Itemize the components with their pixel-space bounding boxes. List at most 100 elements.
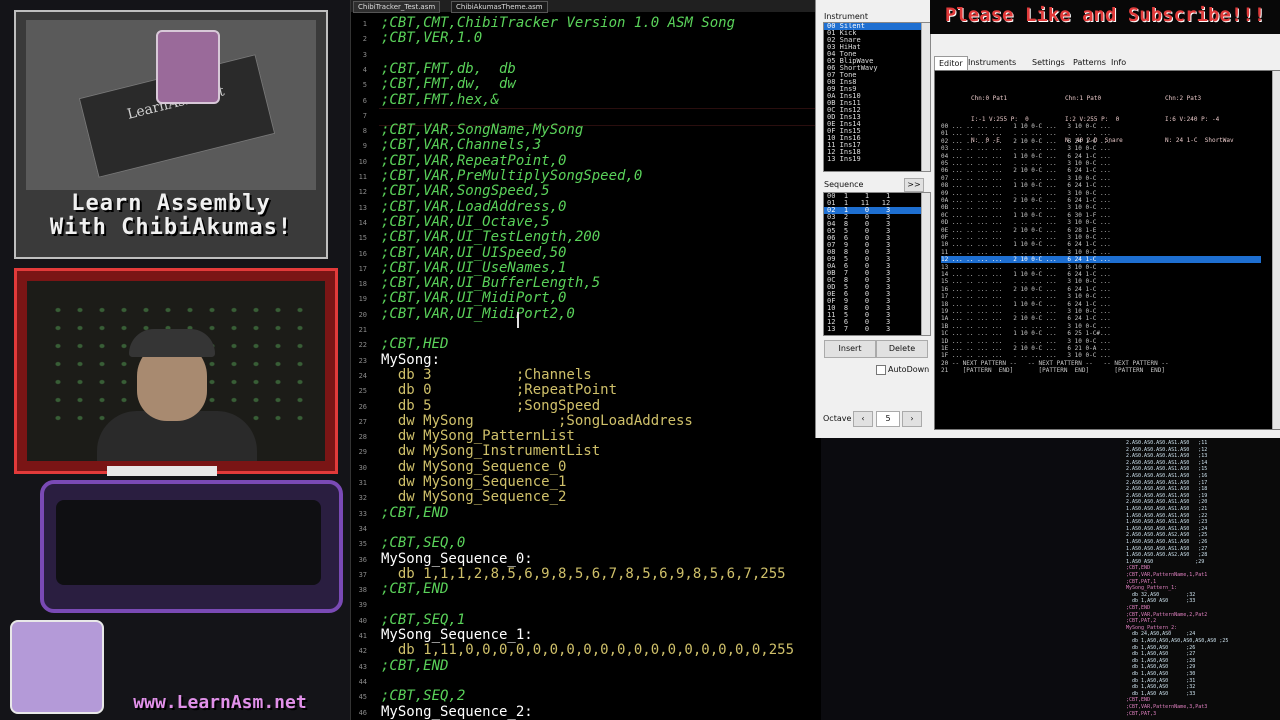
pattern-row[interactable]: 0D ... .. ... ... . .. ... ... 3 10 0-C … <box>941 219 1261 226</box>
instrument-item[interactable]: 13 Ins19 <box>824 156 930 163</box>
code-line[interactable]: ;CBT,VAR,Channels,3 <box>381 138 541 153</box>
pattern-row[interactable]: 15 ... .. ... ... . .. ... ... 3 10 0-C … <box>941 278 1261 285</box>
pattern-row[interactable]: 06 ... .. ... ... 2 10 0-C ... 6 24 1-C … <box>941 167 1261 174</box>
code-area[interactable]: 1 ;CBT,CMT,ChibiTracker Version 1.0 ASM S… <box>351 14 821 720</box>
code-line[interactable]: ;CBT,END <box>381 658 448 674</box>
pattern-editor[interactable]: Chn:0 Pat1 I:-1 V:255 P: 0 N: 0 -E Chn:1… <box>934 70 1280 430</box>
pattern-row[interactable]: 04 ... .. ... ... 1 10 0-C ... 6 24 1-C … <box>941 153 1261 160</box>
code-line[interactable]: ;CBT,SEQ,2 <box>381 689 465 704</box>
code-line[interactable]: ;CBT,VAR,LoadAddress,0 <box>381 199 566 215</box>
pattern-row[interactable]: 1A ... .. ... ... 2 10 0-C ... 6 24 1-C … <box>941 315 1261 322</box>
code-line[interactable]: ;CBT,FMT,hex,& <box>381 92 499 108</box>
insert-button[interactable]: Insert <box>824 340 876 358</box>
code-line[interactable]: ;CBT,VAR,UI_Octave,5 <box>381 214 550 230</box>
pattern-row[interactable]: 21 [PATTERN END] [PATTERN END] [PATTERN … <box>941 367 1261 374</box>
pattern-row[interactable]: 08 ... .. ... ... 1 10 0-C ... 6 24 1-C … <box>941 182 1261 189</box>
pattern-row[interactable]: 0E ... .. ... ... 2 10 0-C ... 6 28 1-E … <box>941 227 1261 234</box>
pattern-row[interactable]: 1B ... .. ... ... . .. ... ... 3 10 0-C … <box>941 323 1261 330</box>
code-line[interactable]: ;CBT,HED <box>381 337 448 352</box>
expand-button[interactable]: >> <box>904 178 924 192</box>
pattern-row[interactable]: 10 ... .. ... ... 1 10 0-C ... 6 24 1-C … <box>941 241 1261 248</box>
pattern-scrollbar[interactable] <box>1272 71 1280 429</box>
code-line[interactable]: MySong_Sequence_0: <box>381 551 533 567</box>
code-line[interactable]: db 0 ;RepeatPoint <box>381 383 617 398</box>
pattern-row[interactable]: 0C ... .. ... ... 1 10 0-C ... 6 30 1-F … <box>941 212 1261 219</box>
pattern-row[interactable]: 01 ... .. ... ... . .. ... ... . .. ... … <box>941 130 1261 137</box>
pattern-row[interactable]: 05 ... .. ... ... . .. ... ... 3 10 0-C … <box>941 160 1261 167</box>
pattern-row[interactable]: 1F ... .. ... ... . .. ... ... 3 10 0-C … <box>941 352 1261 359</box>
sequence-list[interactable]: 00 1 1 1 01 1 11 12 02 1 0 3 03 2 0 3 04 8 0… <box>823 192 931 336</box>
pattern-row[interactable]: 02 ... .. ... ... 2 10 0-C ... 6 24 1-C … <box>941 138 1261 145</box>
tab-settings[interactable]: Settings <box>1028 56 1069 69</box>
code-line[interactable]: dw MySong_Sequence_2 <box>381 490 567 505</box>
code-line[interactable]: dw MySong_Sequence_0 <box>381 459 567 475</box>
code-line[interactable]: ;CBT,VAR,UI_MidiPort,0 <box>381 291 566 306</box>
code-line[interactable]: ;CBT,VAR,UI_BufferLength,5 <box>381 276 600 291</box>
code-line[interactable]: dw MySong ;SongLoadAddress <box>381 413 693 429</box>
delete-button[interactable]: Delete <box>876 340 928 358</box>
code-line[interactable]: ;CBT,VAR,UI_TestLength,200 <box>381 230 600 245</box>
code-line[interactable]: db 3 ;Channels <box>381 367 592 383</box>
code-line[interactable]: ;CBT,VAR,SongSpeed,5 <box>381 184 550 199</box>
octave-increase-button[interactable]: › <box>902 411 922 427</box>
code-line[interactable]: ;CBT,SEQ,0 <box>381 536 465 551</box>
tab-info[interactable]: Info <box>1107 56 1130 69</box>
pattern-row[interactable]: 16 ... .. ... ... 2 10 0-C ... 6 24 1-C … <box>941 286 1261 293</box>
code-line[interactable]: dw MySong_InstrumentList <box>381 444 600 459</box>
tab-chibiakumas-theme[interactable]: ChibiAkumasTheme.asm <box>451 1 548 13</box>
pattern-row[interactable]: 0A ... .. ... ... 2 10 0-C ... 6 24 1-C … <box>941 197 1261 204</box>
instrument-list[interactable]: 00 Silent 01 Kick 02 Snare 03 HiHat 04 Tone 0… <box>823 22 931 172</box>
code-line[interactable]: ;CBT,VAR,RepeatPoint,0 <box>381 153 566 169</box>
pattern-row[interactable]: 13 ... .. ... ... . .. ... ... 3 10 0-C … <box>941 264 1261 271</box>
code-line[interactable]: db 1,11,0,0,0,0,0,0,0,0,0,0,0,0,0,0,0,0,… <box>381 643 794 658</box>
code-line[interactable]: ;CBT,END <box>381 582 448 597</box>
code-line[interactable]: ;CBT,FMT,db, db <box>381 61 516 77</box>
pattern-row[interactable]: 0F ... .. ... ... . .. ... ... 3 10 0-C … <box>941 234 1261 241</box>
code-line[interactable]: dw MySong_Sequence_1 <box>381 475 567 490</box>
pattern-row[interactable]: 03 ... .. ... ... . .. ... ... 3 10 0-C … <box>941 145 1261 152</box>
code-line[interactable]: MySong_Sequence_2: <box>381 704 533 720</box>
pattern-row[interactable]: 18 ... .. ... ... 1 10 0-C ... 6 24 1-C … <box>941 301 1261 308</box>
instrument-scrollbar[interactable] <box>921 23 930 171</box>
logo-artwork: LearnAsm.net <box>26 20 316 190</box>
pattern-row[interactable]: 00 ... .. ... ... 1 10 0-C ... 3 10 0-C … <box>941 123 1261 130</box>
sequence-scrollbar[interactable] <box>921 193 930 335</box>
code-line[interactable]: db 5 ;SongSpeed <box>381 398 600 414</box>
pattern-row[interactable]: 17 ... .. ... ... . .. ... ... 3 10 0-C … <box>941 293 1261 300</box>
pattern-rows[interactable]: 00 ... .. ... ... 1 10 0-C ... 3 10 0-C … <box>935 123 1265 423</box>
pattern-row[interactable]: 14 ... .. ... ... 1 10 0-C ... 6 24 1-C … <box>941 271 1261 278</box>
autodown-checkbox[interactable] <box>876 365 886 375</box>
octave-input[interactable]: 5 <box>876 411 900 427</box>
code-editor[interactable]: ChibiTracker_Test.asm ChibiAkumasTheme.a… <box>350 0 821 720</box>
code-line[interactable]: dw MySong_PatternList <box>381 429 575 444</box>
pattern-row[interactable]: 20 -- NEXT PATTERN -- -- NEXT PATTERN --… <box>941 360 1261 367</box>
code-line[interactable]: ;CBT,VAR,SongName,MySong <box>381 123 583 138</box>
tab-patterns[interactable]: Patterns <box>1069 56 1110 69</box>
pattern-row[interactable]: 0B ... .. ... ... . .. ... ... 3 10 0-C … <box>941 204 1261 211</box>
octave-decrease-button[interactable]: ‹ <box>853 411 873 427</box>
code-line[interactable]: ;CBT,CMT,ChibiTracker Version 1.0 ASM So… <box>381 16 735 31</box>
pattern-row[interactable]: 12 ... .. ... ... 2 10 0-C ... 6 24 1-C … <box>941 256 1261 264</box>
code-line[interactable]: ;CBT,VAR,UI_UseNames,1 <box>381 260 566 276</box>
pattern-row[interactable]: 19 ... .. ... ... . .. ... ... 3 10 0-C … <box>941 308 1261 315</box>
pattern-row[interactable]: 07 ... .. ... ... . .. ... ... 3 10 0-C … <box>941 175 1261 182</box>
code-line[interactable]: MySong_Sequence_1: <box>381 628 533 643</box>
code-line[interactable]: MySong: <box>381 352 440 368</box>
pattern-row[interactable]: 09 ... .. ... ... . .. ... ... 3 10 0-C … <box>941 190 1261 197</box>
code-line[interactable]: db 1,1,1,2,8,5,6,9,8,5,6,7,8,5,6,9,8,5,6… <box>381 566 786 582</box>
tab-editor[interactable]: Editor <box>934 56 968 70</box>
code-line[interactable]: ;CBT,VAR,PreMultiplySongSpeed,0 <box>381 169 642 184</box>
pattern-row[interactable]: 1E ... .. ... ... 2 10 0-C ... 6 21 0-A … <box>941 345 1261 352</box>
tab-chibitracker-test[interactable]: ChibiTracker_Test.asm <box>353 1 441 13</box>
code-line[interactable]: ;CBT,VAR,UI_UISpeed,50 <box>381 245 566 261</box>
pattern-row[interactable]: 11 ... .. ... ... . .. ... ... 3 10 0-C … <box>941 249 1261 256</box>
code-line[interactable]: ;CBT,VAR,UI_MidiPort2,0 <box>381 306 575 322</box>
code-line[interactable]: ;CBT,SEQ,1 <box>381 612 465 628</box>
pattern-row[interactable]: 1D ... .. ... ... . .. ... ... 3 10 0-C … <box>941 338 1261 345</box>
pattern-row[interactable]: 1C ... .. ... ... 1 10 0-C ... 6 25 1-C#… <box>941 330 1261 337</box>
sequence-row[interactable]: 13 7 0 3 <box>824 326 930 333</box>
tab-instruments[interactable]: Instruments <box>964 56 1020 69</box>
code-line[interactable]: ;CBT,VER,1.0 <box>381 31 482 46</box>
code-line[interactable]: ;CBT,FMT,dw, dw <box>381 77 516 92</box>
code-line[interactable]: ;CBT,END <box>381 505 448 521</box>
